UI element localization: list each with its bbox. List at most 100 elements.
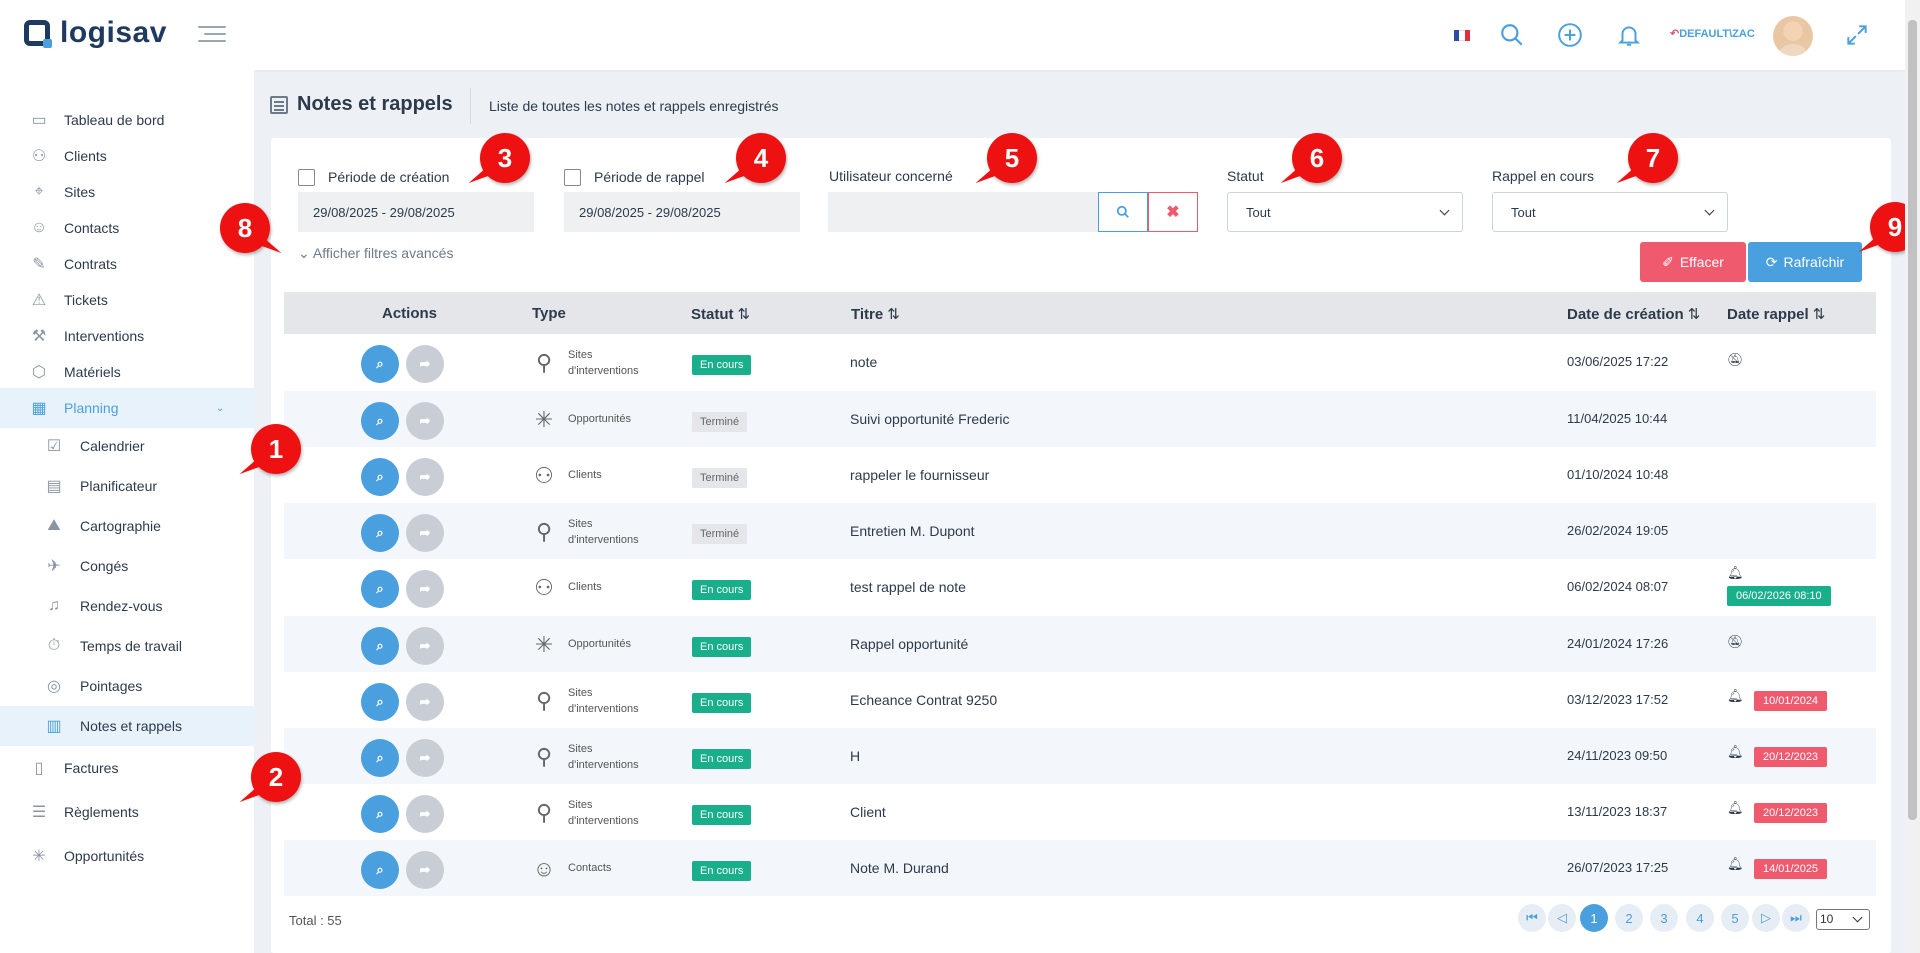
header-date-rappel[interactable]: Date rappel ⇅ [1727,305,1825,323]
page-button-2[interactable]: 2 [1615,904,1643,932]
first-page-button[interactable]: ⏮ [1518,904,1546,932]
sort-icon[interactable]: ⇅ [887,306,900,323]
sidebar-item-notes-et-rappels[interactable]: ▥ Notes et rappels [0,706,254,746]
dashboard-icon: ▭ [31,112,47,129]
users-icon: ⚇ [31,148,47,165]
bell-icon: 🔔︎ [1727,856,1744,871]
share-button[interactable]: ➦ [406,739,444,777]
share-button[interactable]: ➦ [406,683,444,721]
view-button[interactable]: ⌕ [361,514,399,552]
view-button[interactable]: ⌕ [361,683,399,721]
sidebar-item-tickets[interactable]: ⚠ Tickets [0,280,254,320]
page-button-4[interactable]: 4 [1686,904,1714,932]
creation-date: 03/06/2025 17:22 [1567,354,1669,369]
sidebar-item-planificateur[interactable]: ▤ Planificateur [0,466,254,506]
page-size-select[interactable]: 10 [1816,909,1870,930]
share-button[interactable]: ➦ [406,795,444,833]
rappel-encours-label: Rappel en cours [1492,168,1594,184]
close-icon: ✖ [1166,204,1180,221]
sidebar-item-cartographie[interactable]: ⛰ Cartographie [0,506,254,546]
creation-period-checkbox[interactable] [298,169,315,186]
payment-icon: ☰ [31,804,47,821]
avatar[interactable] [1773,16,1813,56]
sidebar-item-tableau-de-bord[interactable]: ▭ Tableau de bord [0,100,254,140]
statut-label: Statut [1227,168,1264,184]
page-button-3[interactable]: 3 [1650,904,1678,932]
sort-icon[interactable]: ⇅ [738,306,751,323]
sidebar-item-conges[interactable]: ✈ Congés [0,546,254,586]
menu-toggle-icon[interactable] [198,26,226,44]
user-switch-label[interactable]: ↶DEFAULT\ZAC [1670,27,1755,40]
sidebar-item-sites[interactable]: ⌖ Sites [0,172,254,212]
bell-icon: 🔔︎ [1727,688,1744,703]
sidebar-item-calendrier[interactable]: ☑ Calendrier [0,426,254,466]
sidebar-item-clients[interactable]: ⚇ Clients [0,136,254,176]
annotation-marker-8: 8 [220,203,270,253]
flag-fr-icon[interactable] [1454,30,1470,41]
creation-period-input[interactable]: 29/08/2025 - 29/08/2025 [298,192,534,232]
sidebar-item-temps-de-travail[interactable]: ⏱ Temps de travail [0,626,254,666]
share-button[interactable]: ➦ [406,458,444,496]
view-button[interactable]: ⌕ [361,627,399,665]
view-button[interactable]: ⌕ [361,458,399,496]
page-button-5[interactable]: 5 [1721,904,1749,932]
search-icon[interactable] [1499,22,1525,48]
search-icon: ⌕ [376,806,384,821]
advanced-filters-toggle[interactable]: ⌄ Afficher filtres avancés [298,245,453,262]
view-button[interactable]: ⌕ [361,739,399,777]
next-page-button[interactable]: ▷ [1752,904,1780,932]
sidebar-item-planning[interactable]: ▦ Planning ⌄ [0,388,254,428]
status-badge: Terminé [692,468,748,488]
rappel-encours-select[interactable]: Tout [1492,192,1728,232]
view-button[interactable]: ⌕ [361,402,399,440]
location-pin-icon: ⚲ [535,519,553,544]
sidebar-item-factures[interactable]: ▯ Factures [0,748,254,788]
user-filter-input[interactable] [828,192,1098,232]
note-title: Rappel opportunité [850,636,969,652]
scrollbar-thumb[interactable] [1908,20,1917,820]
header-date-creation[interactable]: Date de création ⇅ [1567,305,1700,323]
table-row: ⌕ ➦ ⚲ Sites d'interventions En cours note 03/06… [284,334,1876,390]
sidebar-item-pointages[interactable]: ◎ Pointages [0,666,254,706]
sidebar-item-reglements[interactable]: ☰ Règlements [0,792,254,832]
share-button[interactable]: ➦ [406,851,444,889]
user-search-button[interactable] [1098,192,1148,232]
table-row: ⌕ ➦ ☺ Contacts En cours Note M. Durand 26/07/2… [284,840,1876,896]
effacer-button[interactable]: ✐ Effacer [1640,242,1746,282]
sidebar-item-opportunites[interactable]: ✳ Opportunités [0,836,254,876]
bell-icon[interactable] [1616,22,1642,48]
share-button[interactable]: ➦ [406,514,444,552]
expand-icon[interactable] [1844,22,1870,48]
sidebar-item-materiels[interactable]: ⬡ Matériels [0,352,254,392]
user-clear-button[interactable]: ✖ [1148,192,1198,232]
last-page-button[interactable]: ⏭ [1782,904,1810,932]
rappel-period-checkbox[interactable] [564,169,581,186]
prev-page-button[interactable]: ◁ [1548,904,1576,932]
search-icon: ⌕ [376,413,384,428]
view-button[interactable]: ⌕ [361,795,399,833]
sort-icon[interactable]: ⇅ [1813,306,1826,323]
status-badge: En cours [692,749,752,769]
share-button[interactable]: ➦ [406,402,444,440]
plus-circle-icon[interactable] [1557,22,1583,48]
header-type: Type [532,305,566,322]
page-button-1[interactable]: 1 [1580,904,1608,932]
view-button[interactable]: ⌕ [361,570,399,608]
share-button[interactable]: ➦ [406,570,444,608]
logo[interactable]: logisav [24,16,167,50]
scrollbar[interactable] [1905,0,1920,953]
view-button[interactable]: ⌕ [361,345,399,383]
sort-icon[interactable]: ⇅ [1688,306,1701,323]
sidebar-item-rendez-vous[interactable]: ♫ Rendez-vous [0,586,254,626]
header-statut[interactable]: Statut ⇅ [691,305,750,323]
rafraichir-button[interactable]: ⟳ Rafraîchir [1748,242,1862,282]
share-button[interactable]: ➦ [406,345,444,383]
sidebar-item-contrats[interactable]: ✎ Contrats [0,244,254,284]
sidebar-item-contacts[interactable]: ☺ Contacts [0,208,254,248]
sidebar-item-interventions[interactable]: ⚒ Interventions [0,316,254,356]
share-button[interactable]: ➦ [406,627,444,665]
rappel-period-input[interactable]: 29/08/2025 - 29/08/2025 [564,192,800,232]
statut-select[interactable]: Tout [1227,192,1463,232]
view-button[interactable]: ⌕ [361,851,399,889]
header-titre[interactable]: Titre ⇅ [851,305,900,323]
